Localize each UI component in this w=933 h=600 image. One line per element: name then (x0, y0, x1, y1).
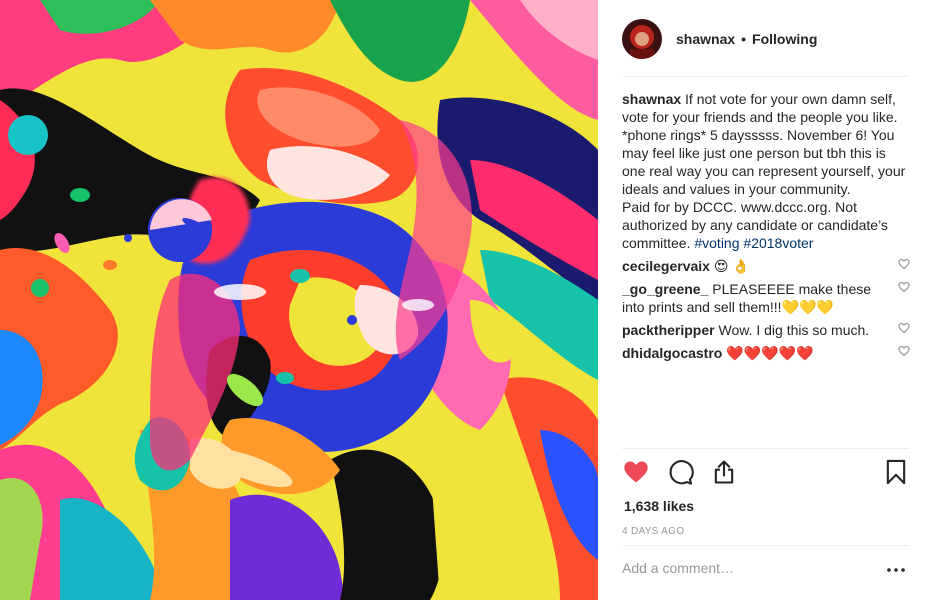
post-details-panel: shawnax • Following shawnax If not vote … (598, 0, 933, 600)
comment-item: packtheripper Wow. I dig this so much. (622, 321, 912, 339)
header-divider (622, 76, 909, 77)
action-bar (622, 458, 912, 490)
bookmark-icon[interactable] (882, 458, 910, 486)
comment-icon[interactable] (666, 458, 694, 486)
comment-item: cecilegervaix 😍 👌 (622, 257, 912, 275)
heart-outline-icon[interactable] (898, 322, 910, 334)
likes-count[interactable]: 1,638 likes (624, 498, 694, 514)
actions-divider (622, 448, 909, 449)
comment-username[interactable]: cecilegervaix (622, 258, 710, 274)
more-options-icon[interactable] (886, 565, 906, 575)
post-header: shawnax • Following (622, 18, 910, 60)
heart-outline-icon[interactable] (898, 258, 910, 270)
comment-item: _go_greene_ PLEASEEEE make these into pr… (622, 280, 912, 316)
comment-item: dhidalgocastro ❤️❤️❤️❤️❤️ (622, 344, 912, 362)
post-timestamp: 4 DAYS AGO (622, 526, 685, 537)
avatar[interactable] (622, 19, 662, 59)
header-separator: • (741, 31, 747, 47)
hashtag-voting[interactable]: #voting (694, 235, 739, 251)
post-image[interactable] (0, 0, 598, 600)
add-comment-input[interactable] (622, 560, 872, 576)
avatar-image (622, 19, 662, 59)
header-username[interactable]: shawnax (676, 31, 735, 47)
comment-username[interactable]: dhidalgocastro (622, 345, 722, 361)
comment-text: 😍 👌 (713, 258, 750, 274)
share-icon[interactable] (710, 458, 738, 486)
psychedelic-artwork (0, 0, 598, 600)
heart-outline-icon[interactable] (898, 281, 910, 293)
comment-box-divider (622, 545, 909, 546)
heart-outline-icon[interactable] (898, 345, 910, 357)
comment-text: ❤️❤️❤️❤️❤️ (726, 345, 814, 361)
caption-text: If not vote for your own damn self, vote… (622, 91, 906, 251)
caption-username[interactable]: shawnax (622, 91, 681, 107)
comment-username[interactable]: _go_greene_ (622, 281, 708, 297)
comment-username[interactable]: packtheripper (622, 322, 715, 338)
hashtag-2018voter[interactable]: #2018voter (743, 235, 813, 251)
comments-list: shawnax If not vote for your own damn se… (622, 90, 912, 362)
heart-filled-icon[interactable] (622, 458, 650, 486)
post-caption: shawnax If not vote for your own damn se… (622, 90, 912, 252)
comment-text: Wow. I dig this so much. (718, 322, 870, 338)
following-button[interactable]: Following (752, 31, 817, 47)
